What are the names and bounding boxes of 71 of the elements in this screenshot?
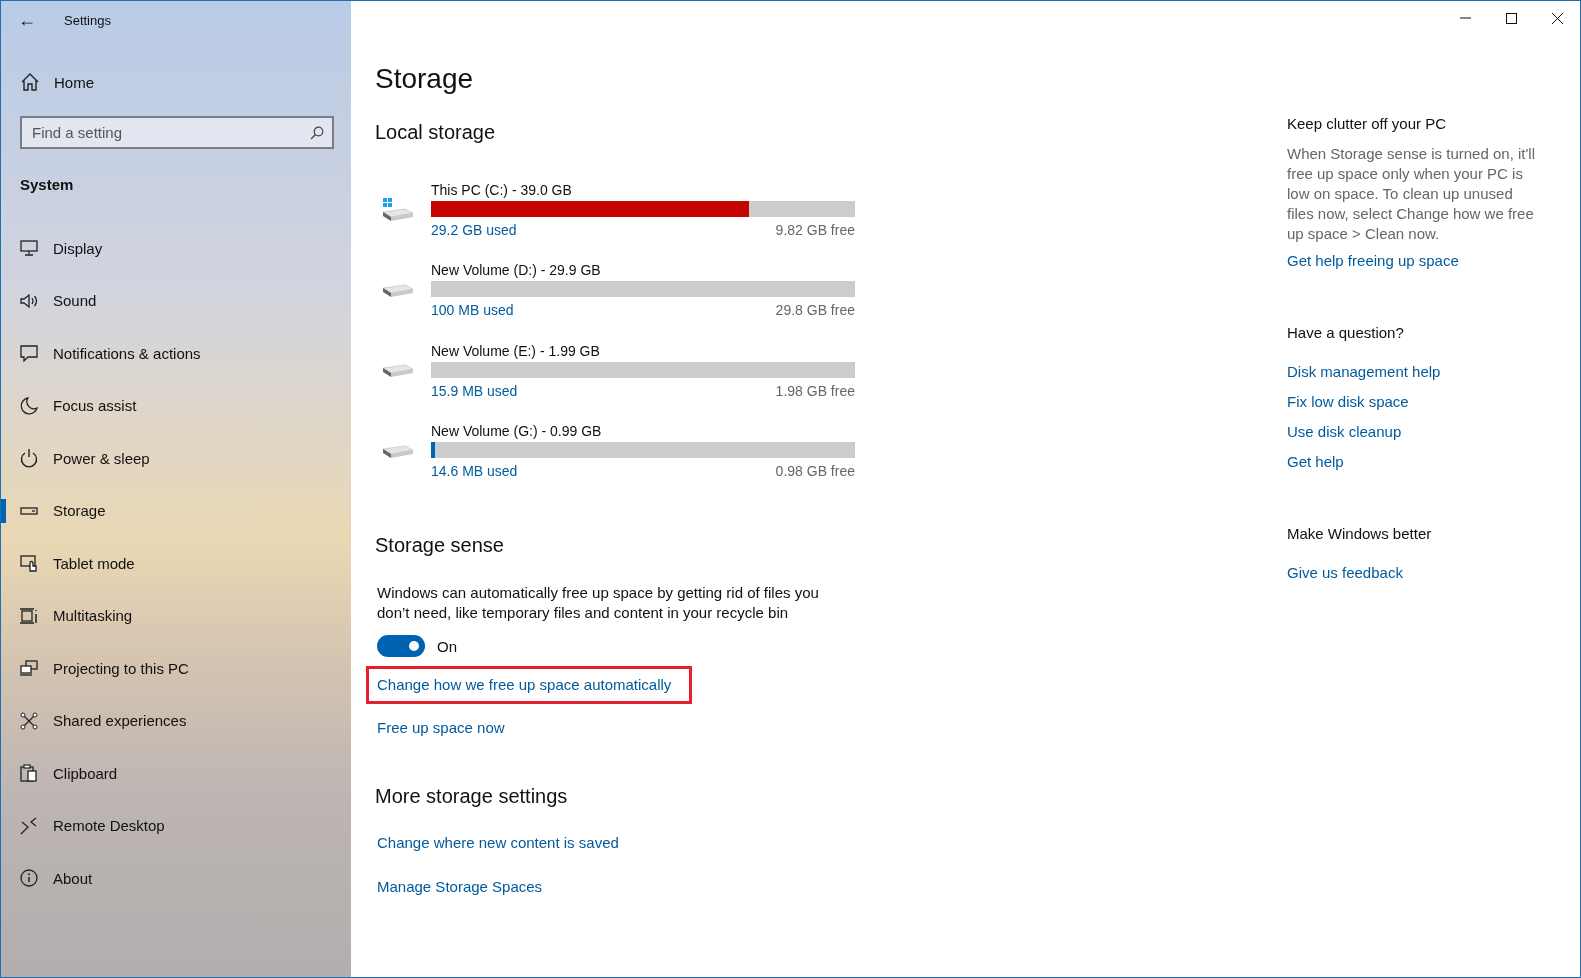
info-icon bbox=[19, 868, 39, 889]
link[interactable]: Free up space now bbox=[377, 718, 505, 738]
speech-bubble-icon bbox=[19, 343, 39, 364]
used-space-link[interactable]: 100 MB used bbox=[431, 300, 514, 321]
home-icon bbox=[20, 72, 40, 92]
home-nav-item[interactable]: Home bbox=[20, 72, 94, 92]
tablet-hand-icon bbox=[19, 553, 39, 574]
nav-item[interactable]: Power & sleep bbox=[1, 446, 150, 471]
sidebar-heading: Make Windows better bbox=[1287, 524, 1432, 544]
section-heading: More storage settings bbox=[375, 784, 568, 809]
maximize-icon bbox=[1505, 12, 1517, 24]
sidebar-heading: Have a question? bbox=[1287, 323, 1404, 343]
close-icon bbox=[1551, 12, 1563, 24]
drive-name: New Volume (G:) - 0.99 GB bbox=[431, 422, 602, 441]
used-space-link[interactable]: 14.6 MB used bbox=[431, 461, 518, 482]
monitor-icon bbox=[19, 238, 39, 259]
help-link[interactable]: Use disk cleanup bbox=[1287, 422, 1402, 442]
help-link[interactable]: Get help bbox=[1287, 452, 1344, 472]
help-link[interactable]: Fix low disk space bbox=[1287, 392, 1409, 412]
moon-icon bbox=[19, 395, 39, 416]
nav-item[interactable]: Focus assist bbox=[1, 393, 137, 418]
remote-desktop-icon bbox=[19, 815, 39, 836]
network-nodes-icon bbox=[19, 710, 39, 731]
free-space-text: 1.98 GB free bbox=[775, 381, 855, 401]
system-drive-icon bbox=[381, 198, 415, 223]
page-title: Storage bbox=[375, 62, 474, 96]
drive-name: New Volume (E:) - 1.99 GB bbox=[431, 341, 600, 360]
nav-item[interactable]: Remote Desktop bbox=[1, 813, 165, 838]
nav-item[interactable]: Multitasking bbox=[1, 603, 133, 628]
back-button[interactable]: ← bbox=[18, 9, 46, 31]
free-space-text: 9.82 GB free bbox=[775, 220, 855, 240]
projector-icon bbox=[19, 658, 39, 679]
multitasking-icon bbox=[19, 605, 39, 626]
nav-item[interactable]: Display bbox=[1, 236, 103, 261]
help-text: When Storage sense is turned on, it'll free up space only when your PC is low on space. To clean up unused files now, select Change how we free up space > Clean now. bbox=[1287, 144, 1536, 244]
nav-item[interactable]: Projecting to this PC bbox=[1, 656, 189, 681]
free-space-text: 29.8 GB free bbox=[775, 301, 855, 321]
nav-item[interactable]: Tablet mode bbox=[1, 551, 135, 576]
window-title: Settings bbox=[64, 12, 111, 28]
drive-name: This PC (C:) - 39.0 GB bbox=[431, 180, 572, 199]
power-icon bbox=[19, 448, 39, 469]
section-heading: Local storage bbox=[375, 120, 496, 145]
toggle-switch[interactable] bbox=[377, 635, 425, 657]
sidebar-heading: Keep clutter off your PC bbox=[1287, 114, 1446, 134]
link[interactable]: Change where new content is saved bbox=[377, 833, 619, 853]
nav-item[interactable]: Storage bbox=[1, 498, 106, 523]
description-text: Windows can automatically free up space by getting rid of files you don’t need, like temporary files and content in your recycle bin bbox=[377, 583, 820, 623]
help-link[interactable]: Give us feedback bbox=[1287, 563, 1403, 583]
help-link[interactable]: Get help freeing up space bbox=[1287, 251, 1459, 271]
search-field[interactable]: Find a setting bbox=[20, 116, 334, 149]
drive-name: New Volume (D:) - 29.9 GB bbox=[431, 261, 601, 280]
toggle-label: On bbox=[437, 637, 457, 655]
hard-drive-icon bbox=[381, 444, 415, 459]
nav-item[interactable]: Shared experiences bbox=[1, 708, 187, 733]
link[interactable]: Manage Storage Spaces bbox=[377, 877, 543, 897]
used-space-link[interactable]: 29.2 GB used bbox=[431, 219, 517, 240]
used-space-link[interactable]: 15.9 MB used bbox=[431, 380, 518, 401]
nav-item[interactable]: Clipboard bbox=[1, 761, 118, 786]
clipboard-icon bbox=[19, 763, 39, 784]
nav-item[interactable]: About bbox=[1, 866, 93, 891]
free-space-text: 0.98 GB free bbox=[775, 462, 855, 482]
section-heading: Storage sense bbox=[375, 533, 504, 558]
nav-item[interactable]: Notifications & actions bbox=[1, 341, 201, 366]
section-heading: System bbox=[20, 176, 74, 193]
minimize-icon bbox=[1459, 17, 1471, 19]
hard-drive-icon bbox=[381, 364, 415, 379]
nav-item[interactable]: Sound bbox=[1, 288, 97, 313]
help-link[interactable]: Disk management help bbox=[1287, 362, 1441, 382]
link[interactable]: Change how we free up space automatically bbox=[369, 669, 690, 701]
search-icon bbox=[310, 126, 324, 140]
hard-drive-icon bbox=[381, 283, 415, 298]
